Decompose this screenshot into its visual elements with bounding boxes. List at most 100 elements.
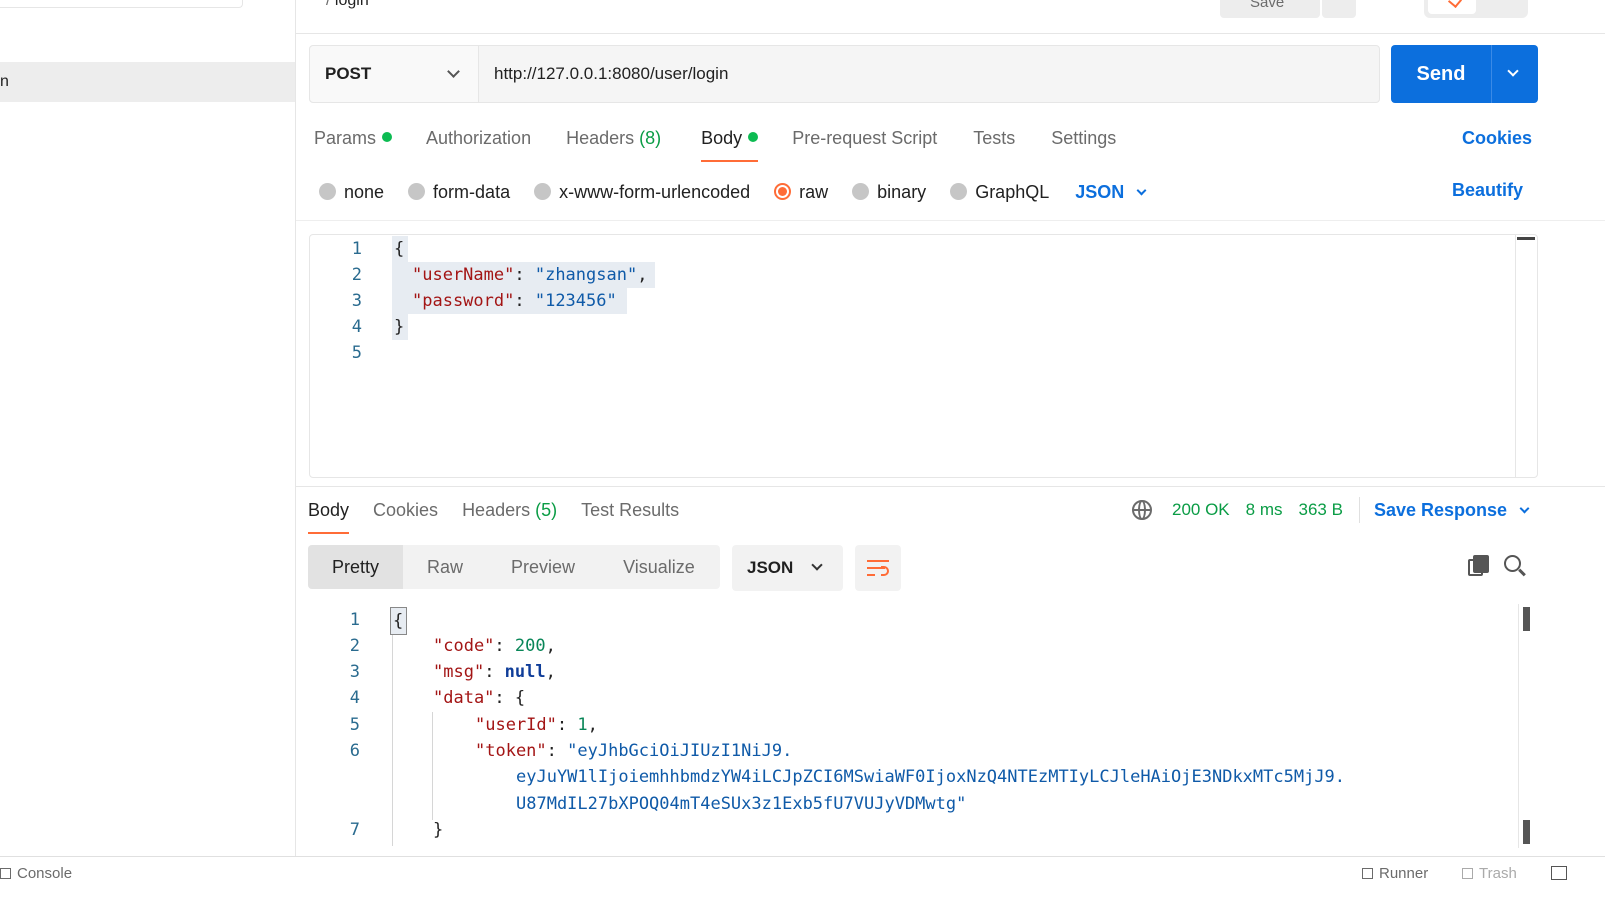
save-response-button[interactable]: Save Response — [1373, 499, 1530, 521]
save-button[interactable]: Save — [1220, 0, 1320, 18]
radio-icon — [408, 182, 426, 200]
json-value: "zhangsan" — [534, 265, 638, 285]
response-body-viewer[interactable]: 1 2 3 4 5 6 7 { "code": 200, "msg": null… — [308, 604, 1538, 850]
status-code[interactable]: 200 OK — [1172, 500, 1230, 520]
json-value: "eyJhbGciOiJIUzI1NiJ9. — [567, 741, 793, 761]
json-key: "userName" — [412, 265, 515, 285]
body-type-selector: none form-data x-www-form-urlencoded raw… — [319, 178, 1147, 206]
body-type-form-data[interactable]: form-data — [408, 182, 510, 203]
tab-count: (5) — [535, 500, 558, 520]
line-number: 4 — [349, 688, 360, 708]
line-number: 3 — [351, 291, 362, 311]
code-brace: { — [393, 611, 404, 631]
code-brace: } — [433, 820, 444, 840]
code-line: "msg": null, — [433, 662, 556, 682]
mode-toggle[interactable] — [1424, 0, 1528, 18]
tab-tests[interactable]: Tests — [973, 124, 1015, 162]
tab-label: Pre-request Script — [792, 128, 938, 148]
response-scrollbar[interactable] — [1518, 604, 1538, 848]
response-tab-cookies[interactable]: Cookies — [373, 496, 438, 534]
body-type-raw[interactable]: raw — [774, 182, 828, 203]
send-options-chevron-icon[interactable] — [1507, 65, 1519, 77]
wrap-lines-icon-part — [881, 566, 889, 576]
url-input[interactable]: http://127.0.0.1:8080/user/login — [494, 46, 728, 102]
console-icon — [0, 868, 11, 879]
body-language-value: JSON — [1075, 181, 1125, 202]
sidebar-item-active[interactable]: n — [0, 62, 295, 102]
radio-selected-icon — [774, 182, 792, 200]
scrollbar-thumb[interactable] — [1523, 820, 1530, 844]
response-size[interactable]: 363 B — [1299, 500, 1343, 520]
json-key: "userId" — [475, 715, 557, 735]
globe-icon[interactable] — [1132, 500, 1152, 520]
console-button[interactable]: Console — [0, 865, 72, 882]
code-brace: } — [394, 317, 405, 337]
code-line: "userName": "zhangsan", — [392, 262, 656, 288]
body-language-select[interactable]: JSON — [1075, 181, 1147, 203]
console-label: Console — [17, 865, 73, 882]
tab-label: Cookies — [373, 500, 439, 520]
status-bar: Console Runner Trash — [0, 856, 1605, 897]
save-more-button[interactable] — [1322, 0, 1356, 18]
tab-label: Settings — [1051, 128, 1117, 148]
response-tab-test-results[interactable]: Test Results — [581, 496, 679, 534]
code-line: "data": { — [433, 688, 526, 708]
radio-icon — [534, 182, 552, 200]
json-key: "msg" — [433, 662, 485, 682]
breadcrumb-current[interactable]: login — [335, 0, 369, 9]
view-preview[interactable]: Preview — [487, 545, 599, 589]
body-type-binary[interactable]: binary — [852, 182, 926, 203]
response-tab-body[interactable]: Body — [308, 496, 350, 534]
body-type-label: binary — [877, 181, 927, 202]
scrollbar-thumb[interactable] — [1523, 607, 1530, 631]
body-type-urlencoded[interactable]: x-www-form-urlencoded — [534, 182, 750, 203]
tab-label: Headers — [566, 128, 635, 148]
response-language-select[interactable]: JSON — [732, 545, 843, 591]
json-value: 200 — [514, 636, 546, 656]
edit-mode-tab[interactable] — [1428, 0, 1476, 14]
wrap-lines-button[interactable] — [855, 545, 901, 591]
method-select[interactable]: POST — [310, 46, 479, 102]
wrap-lines-icon — [867, 560, 889, 562]
response-time[interactable]: 8 ms — [1246, 500, 1283, 520]
save-response-label: Save Response — [1373, 499, 1508, 520]
body-type-none[interactable]: none — [319, 182, 384, 203]
layout-grid-icon[interactable] — [1551, 866, 1567, 880]
editor-scrollbar[interactable] — [1515, 235, 1537, 477]
indent-guide — [392, 634, 393, 846]
view-pretty[interactable]: Pretty — [308, 545, 404, 589]
view-visualize[interactable]: Visualize — [599, 545, 719, 589]
response-tab-headers[interactable]: Headers (5) — [462, 496, 557, 534]
code-line: "userId": 1, — [475, 715, 598, 735]
code-brace: { — [514, 688, 526, 708]
tab-params[interactable]: Params — [314, 124, 393, 162]
sidebar-search-box[interactable] — [0, 0, 243, 8]
search-icon[interactable] — [1504, 555, 1526, 577]
cookies-link[interactable]: Cookies — [1462, 124, 1532, 152]
trash-label: Trash — [1479, 865, 1517, 882]
body-type-label: none — [344, 181, 385, 202]
send-button[interactable]: Send — [1391, 45, 1491, 103]
scrollbar-thumb[interactable] — [1517, 237, 1535, 240]
runner-button[interactable]: Runner — [1362, 865, 1428, 882]
tab-pre-request-script[interactable]: Pre-request Script — [792, 124, 937, 162]
json-value: U87MdIL27bXPOQ04mT4eSUx3z1Exb5fU7VUJyVDM… — [516, 794, 967, 814]
view-raw[interactable]: Raw — [403, 545, 487, 589]
tab-authorization[interactable]: Authorization — [426, 124, 531, 162]
request-body-editor[interactable]: 1 2 3 4 5 { "userName": "zhangsan", "pas… — [309, 234, 1538, 478]
line-number: 5 — [351, 343, 362, 363]
beautify-button[interactable]: Beautify — [1452, 180, 1523, 201]
tab-headers[interactable]: Headers (8) — [566, 124, 661, 162]
tab-settings[interactable]: Settings — [1051, 124, 1116, 162]
body-type-graphql[interactable]: GraphQL — [950, 182, 1049, 203]
json-value: eyJuYW1lIjoiemhhbmdzYW4iLCJpZCI6MSwiaWF0… — [516, 767, 1346, 787]
tab-label: Body — [701, 128, 743, 148]
code-line: { — [392, 236, 409, 262]
copy-icon[interactable] — [1468, 555, 1490, 577]
pane-divider[interactable] — [296, 486, 1605, 487]
line-number: 5 — [349, 715, 360, 735]
code-line: "password": "123456" — [392, 288, 627, 314]
tab-body[interactable]: Body — [701, 124, 759, 162]
trash-button[interactable]: Trash — [1462, 865, 1517, 882]
pencil-icon — [1447, 0, 1463, 9]
